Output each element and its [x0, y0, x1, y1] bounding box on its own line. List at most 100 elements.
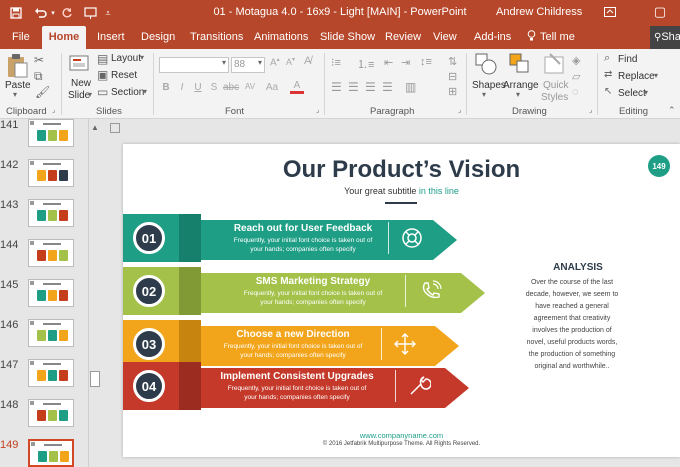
slide-thumbnail[interactable]	[28, 199, 74, 227]
tab-design[interactable]: Design	[141, 26, 175, 49]
tab-tell-me[interactable]: Tell me	[540, 26, 575, 49]
tab-insert[interactable]: Insert	[97, 26, 125, 49]
decrease-indent-icon[interactable]: ⇤	[384, 56, 393, 69]
arrange-button[interactable]: Arrange	[503, 80, 539, 91]
slide-thumbnail[interactable]	[28, 239, 74, 267]
step-band[interactable]: 03 Choose a new Direction Frequently, your…	[123, 320, 465, 368]
numbering-icon[interactable]: ⒈≡	[357, 56, 374, 72]
tab-file[interactable]: File	[12, 26, 30, 49]
shapes-icon[interactable]	[474, 52, 498, 76]
paste-dropdown-icon[interactable]: ▾	[13, 90, 17, 99]
justify-icon[interactable]: ☰	[382, 80, 393, 94]
slide-canvas[interactable]: Our Product’s Vision Your great subtitle…	[123, 144, 680, 457]
tell-me-icon[interactable]	[527, 26, 536, 49]
paragraph-launcher-icon[interactable]: ⌟	[458, 106, 461, 114]
change-case-icon[interactable]: Aa	[265, 82, 279, 93]
quick-styles-icon[interactable]	[542, 52, 566, 76]
drawing-launcher-icon[interactable]: ⌟	[589, 106, 592, 114]
arrange-dropdown-icon[interactable]: ▾	[516, 90, 520, 99]
select-button[interactable]: Select	[618, 88, 646, 99]
tab-home[interactable]: Home	[42, 26, 86, 49]
layout-button[interactable]: Layout	[111, 53, 141, 64]
slide-subtitle[interactable]: Your great subtitle in this line	[123, 186, 680, 196]
format-painter-icon[interactable]: 🖌	[35, 85, 50, 99]
slide-thumbnail[interactable]	[28, 319, 74, 347]
scrollbar-thumb[interactable]	[90, 371, 100, 387]
thumbnail-scrollbar[interactable]: ▲	[88, 119, 100, 467]
bullets-icon[interactable]: ⁝≡	[331, 56, 341, 69]
align-left-icon[interactable]: ☰	[331, 80, 342, 94]
step-band[interactable]: 01 Reach out for User Feedback Frequently,…	[123, 214, 463, 262]
columns-icon[interactable]: ▥	[405, 80, 416, 94]
font-launcher-icon[interactable]: ⌟	[316, 106, 319, 114]
font-name-field[interactable]	[159, 57, 229, 73]
tab-add-ins[interactable]: Add-ins	[474, 26, 511, 49]
section-button[interactable]: Section	[111, 87, 144, 98]
paste-button-label[interactable]: Paste	[5, 80, 31, 91]
shape-outline-icon[interactable]: ▱	[572, 70, 580, 83]
align-right-icon[interactable]: ☰	[365, 80, 376, 94]
collapse-ribbon-icon[interactable]: ⌃	[668, 105, 676, 116]
clear-formatting-icon[interactable]: A̸	[304, 55, 311, 67]
clipboard-launcher-icon[interactable]: ⌟	[52, 106, 55, 114]
shape-fill-icon[interactable]: ◈	[572, 54, 580, 67]
slide-thumbnail[interactable]	[28, 359, 74, 387]
layout-dropdown-icon[interactable]: ▾	[140, 53, 144, 62]
step-band[interactable]: 02 SMS Marketing Strategy Frequently, your…	[123, 267, 491, 315]
slide-thumbnail[interactable]	[28, 119, 74, 147]
slide-thumbnail[interactable]	[28, 439, 74, 467]
slide-thumbnail[interactable]	[28, 279, 74, 307]
font-size-dropdown-icon[interactable]: ▾	[258, 58, 262, 67]
new-slide-dropdown-icon[interactable]: ▾	[88, 90, 92, 99]
replace-button[interactable]: Replace	[618, 71, 655, 82]
tab-slide-show[interactable]: Slide Show	[320, 26, 375, 49]
bold-icon[interactable]: B	[159, 82, 173, 93]
tab-animations[interactable]: Animations	[254, 26, 308, 49]
new-slide-label-1[interactable]: New	[71, 78, 91, 89]
scroll-up-icon[interactable]: ▲	[91, 123, 99, 132]
tab-transitions[interactable]: Transitions	[190, 26, 243, 49]
step-band[interactable]: 04 Implement Consistent Upgrades Frequentl…	[123, 362, 475, 410]
new-slide-label-2[interactable]: Slide	[68, 90, 90, 101]
reset-button[interactable]: Reset	[111, 70, 137, 81]
align-text-icon[interactable]: ⊟	[448, 70, 457, 83]
select-icon[interactable]: ↖	[604, 86, 612, 97]
restore-window-icon[interactable]: ▢	[650, 3, 670, 21]
new-slide-icon[interactable]	[68, 53, 90, 75]
slide-title[interactable]: Our Product’s Vision	[123, 156, 680, 184]
slide-thumbnail[interactable]	[28, 159, 74, 187]
text-direction-icon[interactable]: ⇅	[448, 55, 457, 68]
analysis-body[interactable]: Over the course of the last decade, howev…	[503, 277, 641, 373]
section-dropdown-icon[interactable]: ▾	[143, 87, 147, 96]
italic-icon[interactable]: I	[175, 82, 189, 93]
share-button[interactable]: ⚲Sha	[650, 26, 680, 49]
tab-review[interactable]: Review	[385, 26, 421, 49]
font-color-icon[interactable]: A	[290, 80, 304, 94]
paste-icon[interactable]	[6, 53, 28, 79]
find-icon[interactable]: ⌕	[604, 52, 610, 65]
replace-dropdown-icon[interactable]: ▾	[654, 71, 658, 80]
copy-icon[interactable]: ⧉	[34, 69, 43, 84]
section-icon[interactable]: ▭	[97, 85, 108, 99]
arrange-icon[interactable]	[508, 52, 532, 76]
grow-font-icon[interactable]: A▴	[270, 56, 280, 68]
analysis-heading[interactable]: ANALYSIS	[523, 262, 633, 273]
quick-styles-label-1[interactable]: Quick	[543, 80, 569, 91]
align-center-icon[interactable]: ☰	[348, 80, 359, 94]
shape-effects-icon[interactable]: ◌	[572, 86, 579, 98]
ribbon-display-options-icon[interactable]	[600, 3, 620, 21]
shapes-dropdown-icon[interactable]: ▾	[482, 90, 486, 99]
user-name[interactable]: Andrew Childress	[496, 6, 582, 18]
cut-icon[interactable]: ✂	[34, 53, 44, 67]
increase-indent-icon[interactable]: ⇥	[401, 56, 410, 69]
layout-icon[interactable]: ▤	[97, 52, 108, 66]
smartart-icon[interactable]: ⊞	[448, 85, 457, 98]
line-spacing-icon[interactable]: ↕≡	[420, 56, 432, 68]
replace-icon[interactable]: ⇄	[604, 69, 612, 80]
strikethrough-icon[interactable]: abc	[223, 82, 239, 93]
select-dropdown-icon[interactable]: ▾	[644, 88, 648, 97]
shadow-icon[interactable]: S	[207, 82, 221, 93]
reset-icon[interactable]: ▣	[97, 68, 108, 82]
tab-view[interactable]: View	[433, 26, 457, 49]
slide-thumbnail[interactable]	[28, 399, 74, 427]
